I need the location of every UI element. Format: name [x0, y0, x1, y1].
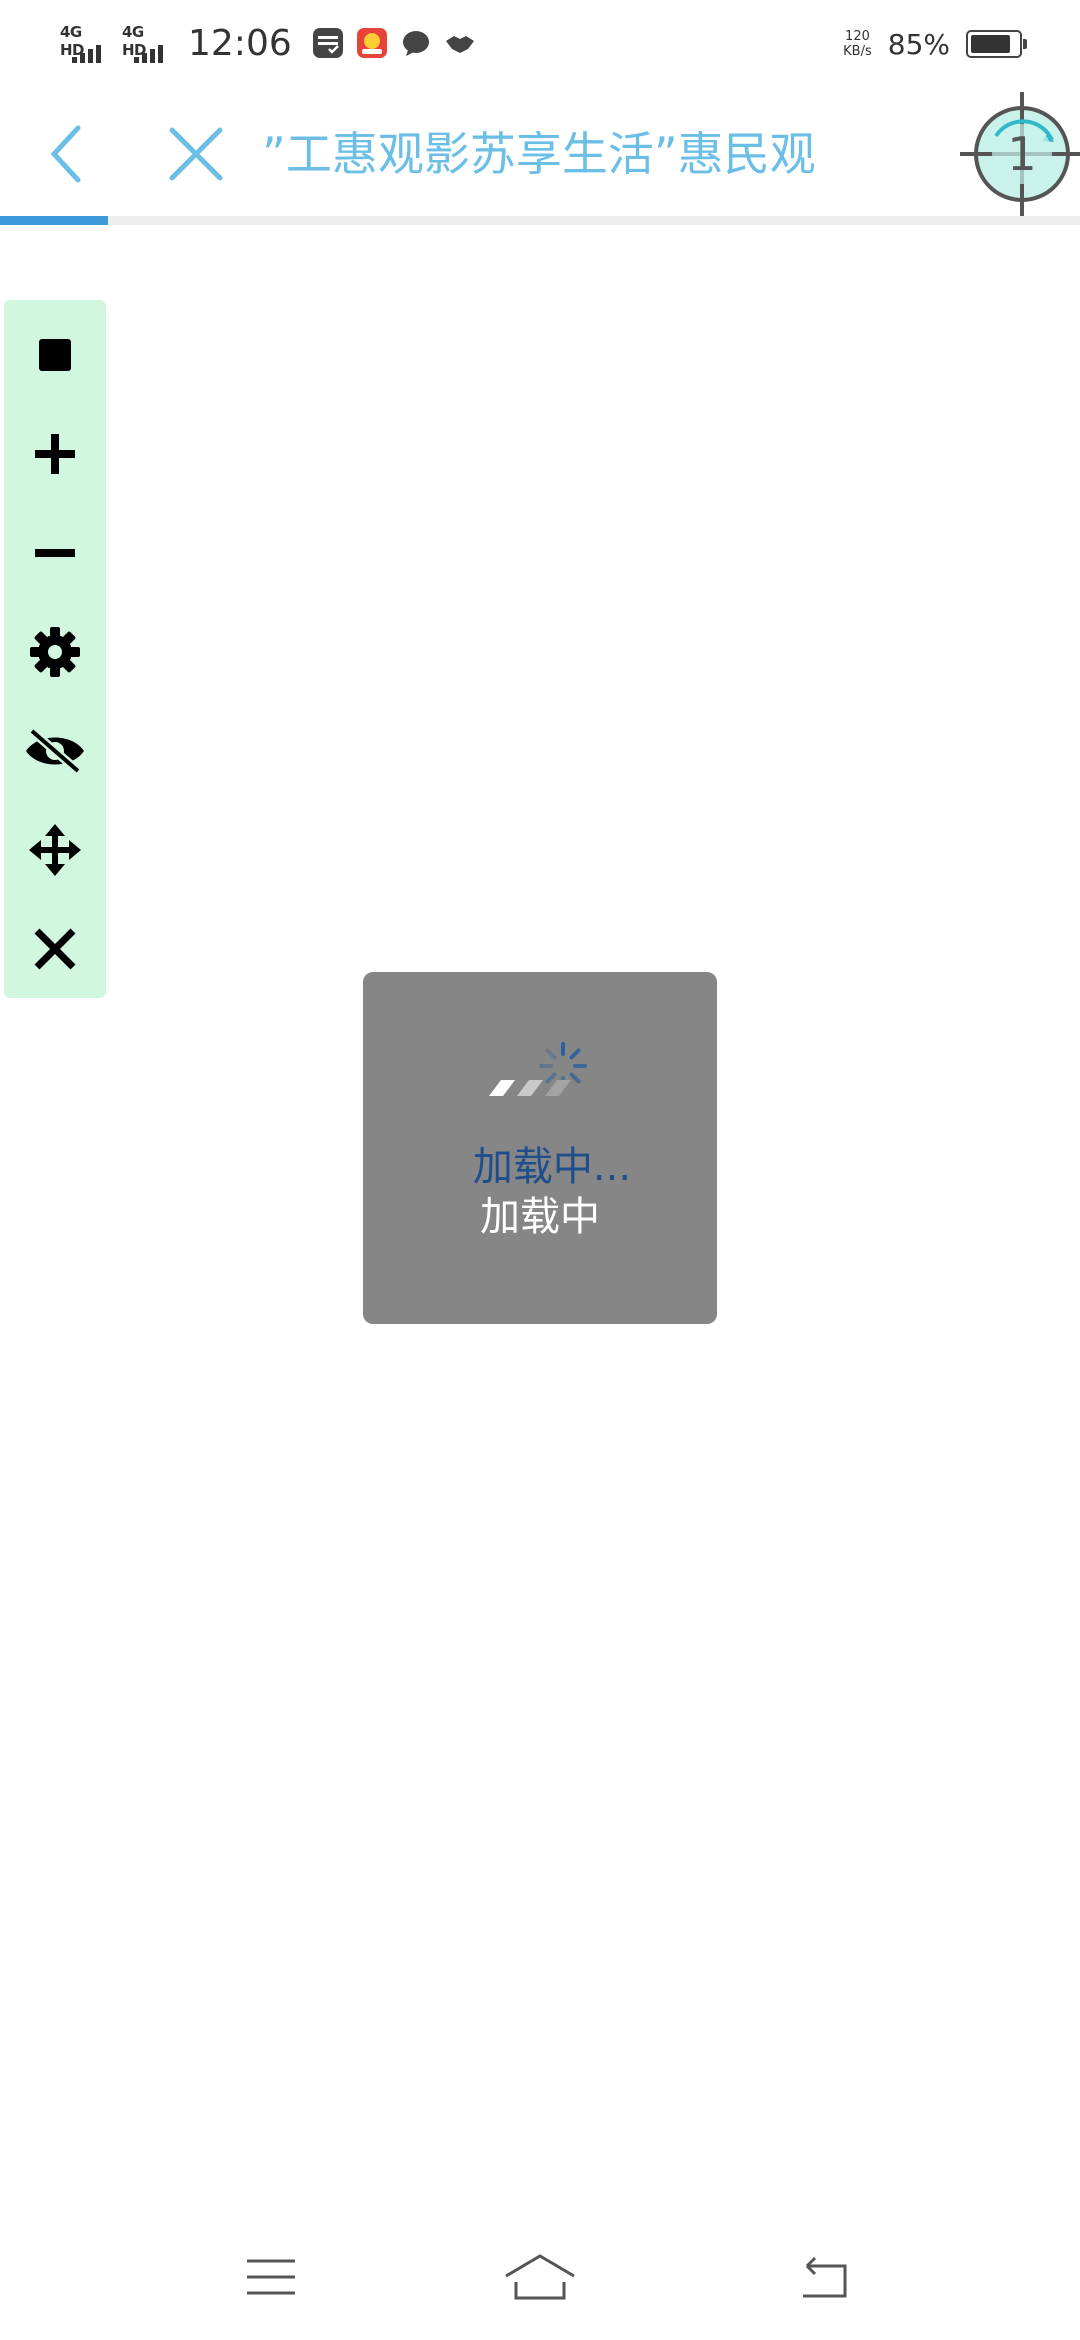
status-bar: 4G HD 4G HD 12:06 120 KB/s 85% — [0, 0, 1080, 84]
move-arrows-icon — [29, 824, 81, 876]
page-load-progress — [0, 216, 1080, 225]
zoom-out-button[interactable] — [4, 508, 106, 598]
network-speed: 120 KB/s — [843, 29, 872, 59]
battery-percent: 85% — [887, 27, 950, 61]
plus-icon — [35, 434, 75, 474]
status-right: 120 KB/s 85% — [843, 22, 1027, 66]
close-icon — [34, 928, 76, 970]
signal-icon-sim1: 4G HD — [60, 21, 110, 65]
gear-icon — [30, 627, 80, 677]
floating-tool-panel — [4, 300, 106, 998]
stop-icon — [39, 339, 71, 371]
menu-button[interactable] — [226, 2242, 316, 2312]
red-app-icon — [356, 28, 387, 58]
status-left: 4G HD 4G HD 12:06 — [60, 18, 476, 68]
loading-spinner-icon — [489, 1042, 587, 1096]
network-speed-unit: KB/s — [843, 44, 872, 59]
handshake-icon — [445, 36, 474, 53]
close-page-button[interactable] — [160, 114, 232, 194]
message-bubble-icon — [402, 31, 429, 56]
hide-button[interactable] — [4, 706, 106, 796]
wallet-app-icon — [312, 28, 343, 58]
system-nav-bar — [0, 2220, 1080, 2340]
target-badge-number: 1 — [1007, 127, 1036, 181]
signal-icon-sim2: 4G HD — [122, 21, 172, 65]
battery-icon — [966, 30, 1027, 58]
loading-text-secondary: 加载中 — [480, 1194, 600, 1240]
zoom-in-button[interactable] — [4, 409, 106, 499]
home-icon — [505, 2254, 575, 2300]
back-nav-button[interactable] — [778, 2242, 868, 2312]
status-time: 12:06 — [188, 22, 292, 64]
eye-slash-icon — [26, 729, 84, 773]
move-button[interactable] — [4, 805, 106, 895]
stop-button[interactable] — [4, 310, 106, 400]
page-load-progress-fill — [0, 216, 108, 225]
floating-target-button[interactable]: 1 — [960, 92, 1080, 216]
menu-icon — [247, 2259, 295, 2295]
back-button[interactable] — [36, 114, 96, 194]
back-icon — [803, 2256, 847, 2298]
minus-icon — [35, 549, 75, 557]
settings-button[interactable] — [4, 607, 106, 697]
crosshair-icon: 1 — [960, 92, 1080, 216]
battery-fill — [971, 35, 1011, 53]
home-button[interactable] — [495, 2242, 585, 2312]
chevron-left-icon — [50, 125, 81, 183]
loading-dialog: 加载中... 加载中 — [363, 972, 717, 1324]
browser-toolbar: ”工惠观影苏享生活”惠民观 — [0, 84, 1080, 220]
close-panel-button[interactable] — [4, 904, 106, 994]
network-speed-value: 120 — [845, 29, 870, 44]
page-title: ”工惠观影苏享生活”惠民观 — [262, 127, 816, 181]
close-icon — [169, 127, 223, 181]
